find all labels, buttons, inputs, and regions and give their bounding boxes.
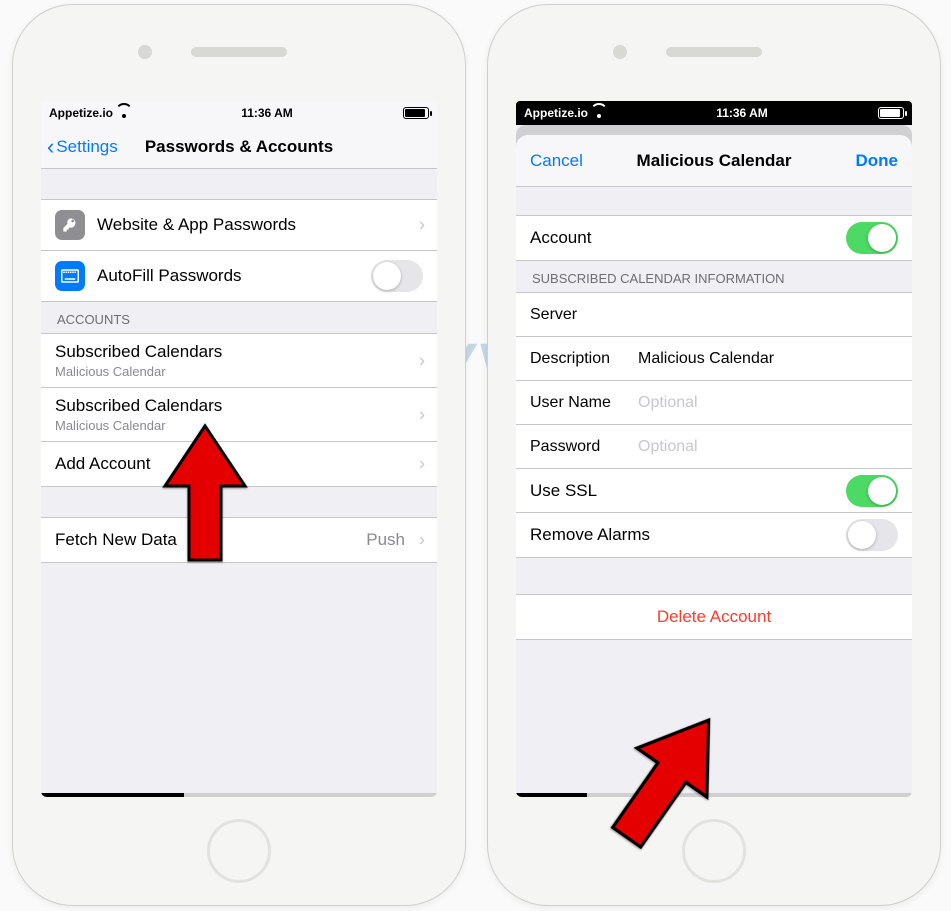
field-label: Password [530, 438, 638, 456]
field-label: Server [530, 306, 638, 324]
remove-alarms-toggle[interactable] [846, 519, 898, 551]
row-detail: Push [366, 530, 405, 550]
row-subtitle: Malicious Calendar [55, 418, 166, 433]
description-row[interactable]: Description Malicious Calendar [516, 337, 912, 381]
remove-alarms-row: Remove Alarms [516, 513, 912, 557]
back-label: Settings [56, 137, 117, 157]
password-placeholder: Optional [638, 438, 698, 456]
autofill-passwords-row[interactable]: AutoFill Passwords [41, 251, 437, 301]
clock-label: 11:36 AM [716, 106, 768, 120]
use-ssl-row: Use SSL [516, 469, 912, 513]
row-subtitle: Malicious Calendar [55, 364, 166, 379]
chevron-right-icon: › [419, 404, 425, 425]
row-label: Website & App Passwords [97, 215, 296, 235]
home-button[interactable] [682, 819, 746, 883]
password-row[interactable]: Password Optional [516, 425, 912, 469]
username-row[interactable]: User Name Optional [516, 381, 912, 425]
key-icon [55, 210, 85, 240]
chevron-right-icon: › [419, 454, 425, 475]
add-account-row[interactable]: Add Account › [41, 442, 437, 486]
modal-nav-bar: Cancel Malicious Calendar Done [516, 135, 912, 187]
description-value: Malicious Calendar [638, 350, 774, 368]
username-placeholder: Optional [638, 394, 698, 412]
progress-indicator [516, 793, 912, 797]
website-app-passwords-row[interactable]: Website & App Passwords › [41, 200, 437, 251]
back-button[interactable]: ‹ Settings [47, 125, 118, 168]
subscribed-calendars-row[interactable]: Subscribed Calendars Malicious Calendar … [41, 388, 437, 442]
earpiece-speaker [191, 47, 287, 57]
accounts-section-header: ACCOUNTS [41, 302, 437, 333]
status-bar: Appetize.io 11:36 AM [41, 101, 437, 125]
use-ssl-toggle[interactable] [846, 475, 898, 507]
server-row[interactable]: Server [516, 293, 912, 337]
modal-content: Account SUBSCRIBED CALENDAR INFORMATION … [516, 187, 912, 797]
carrier-label: Appetize.io [524, 106, 588, 120]
wifi-icon [592, 108, 606, 118]
calendar-info-header: SUBSCRIBED CALENDAR INFORMATION [516, 261, 912, 292]
row-label: Fetch New Data [55, 530, 177, 550]
screen-right: Appetize.io 11:36 AM Cancel Malicious Ca… [516, 101, 912, 797]
chevron-right-icon: › [419, 350, 425, 371]
iphone-right: Appetize.io 11:36 AM Cancel Malicious Ca… [488, 5, 940, 905]
modal-title: Malicious Calendar [637, 151, 792, 171]
delete-label: Delete Account [657, 607, 771, 627]
progress-indicator [41, 793, 437, 797]
chevron-right-icon: › [419, 215, 425, 236]
row-label: Add Account [55, 454, 150, 474]
front-camera [138, 45, 152, 59]
delete-account-button[interactable]: Delete Account [516, 595, 912, 639]
account-toggle[interactable] [846, 222, 898, 254]
battery-icon [403, 107, 429, 119]
fetch-new-data-row[interactable]: Fetch New Data Push › [41, 518, 437, 562]
autofill-toggle[interactable] [371, 260, 423, 292]
battery-icon [878, 107, 904, 119]
cancel-button[interactable]: Cancel [530, 135, 583, 186]
clock-label: 11:36 AM [241, 106, 293, 120]
done-button[interactable]: Done [856, 135, 899, 186]
account-row: Account [516, 216, 912, 260]
carrier-label: Appetize.io [49, 106, 113, 120]
row-label: AutoFill Passwords [97, 266, 242, 286]
subscribed-calendars-row[interactable]: Subscribed Calendars Malicious Calendar … [41, 334, 437, 388]
iphone-left: Appetize.io 11:36 AM ‹ Settings Password… [13, 5, 465, 905]
chevron-right-icon: › [419, 530, 425, 551]
keyboard-icon [55, 261, 85, 291]
row-label: Remove Alarms [530, 525, 650, 545]
nav-bar: ‹ Settings Passwords & Accounts [41, 125, 437, 169]
row-title: Subscribed Calendars [55, 396, 222, 416]
front-camera [613, 45, 627, 59]
row-label: Use SSL [530, 481, 597, 501]
field-label: Description [530, 350, 638, 368]
row-title: Subscribed Calendars [55, 342, 222, 362]
wifi-icon [117, 108, 131, 118]
chevron-left-icon: ‹ [47, 136, 54, 158]
page-title: Passwords & Accounts [145, 137, 333, 157]
earpiece-speaker [666, 47, 762, 57]
status-bar: Appetize.io 11:36 AM [516, 101, 912, 125]
home-button[interactable] [207, 819, 271, 883]
screen-left: Appetize.io 11:36 AM ‹ Settings Password… [41, 101, 437, 797]
settings-content: Website & App Passwords › AutoFill Passw… [41, 169, 437, 797]
field-label: User Name [530, 394, 638, 412]
row-label: Account [530, 228, 591, 248]
